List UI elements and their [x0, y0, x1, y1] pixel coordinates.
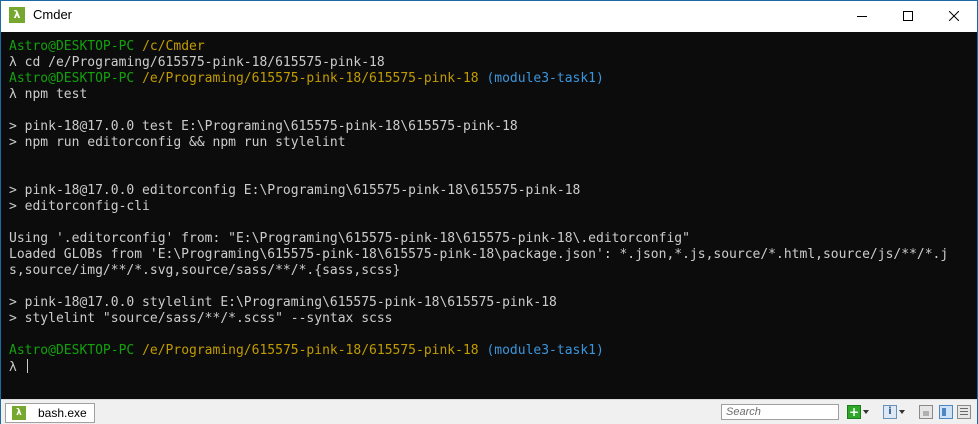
terminal-text: Astro@DESKTOP-PC: [9, 39, 143, 54]
close-icon: [949, 11, 959, 21]
terminal-line: Using '.editorconfig' from: "E:\Programi…: [9, 231, 973, 247]
terminal-text: > pink-18@17.0.0 test E:\Programing\6155…: [9, 119, 518, 134]
maximize-icon: [903, 11, 913, 21]
terminal-line: λ npm test: [9, 87, 973, 103]
terminal-text: λ: [9, 360, 25, 375]
terminal-text: > pink-18@17.0.0 editorconfig E:\Program…: [9, 183, 581, 198]
add-console-dropdown-icon[interactable]: [863, 410, 869, 414]
terminal-line: Astro@DESKTOP-PC /c/Cmder: [9, 39, 973, 55]
split-view-icon[interactable]: [939, 405, 953, 419]
terminal-text: /c/Cmder: [142, 39, 205, 54]
terminal-text: /e/Programing/615575-pink-18/615575-pink…: [142, 343, 487, 358]
menu-icon[interactable]: [957, 405, 971, 419]
minimize-icon: [857, 16, 867, 17]
maximize-button[interactable]: [885, 1, 931, 31]
text-cursor: [26, 359, 28, 373]
terminal-text: λ npm test: [9, 87, 88, 102]
terminal-text: s,source/img/**/*.svg,source/sass/**/*.{…: [9, 263, 401, 278]
add-console-icon[interactable]: +: [847, 405, 861, 419]
terminal-line: Astro@DESKTOP-PC /e/Programing/615575-pi…: [9, 343, 973, 359]
terminal-area[interactable]: Astro@DESKTOP-PC /c/Cmder λ cd /e/Program…: [1, 32, 977, 399]
terminal-text: /e/Programing/615575-pink-18/615575-pink…: [142, 71, 487, 86]
status-bar: λ bash.exe Search + i: [1, 399, 977, 424]
close-button[interactable]: [931, 1, 977, 31]
terminal-text: (module3-task1): [486, 343, 604, 358]
terminal-text: > editorconfig-cli: [9, 199, 150, 214]
window-title: Cmder: [33, 7, 73, 22]
terminal-line: > pink-18@17.0.0 editorconfig E:\Program…: [9, 183, 973, 199]
lambda-icon: λ: [12, 406, 26, 420]
terminal-line: > stylelint "source/sass/**/*.scss" --sy…: [9, 311, 973, 327]
terminal-text: Using '.editorconfig' from: "E:\Programi…: [9, 231, 690, 246]
lambda-icon: λ: [9, 7, 25, 23]
cmder-window: λ Cmder Astro@DESKTOP-PC /c/Cmder λ cd /e…: [0, 0, 978, 424]
info-icon[interactable]: i: [883, 405, 897, 419]
search-input[interactable]: Search: [721, 404, 839, 420]
terminal-text: Astro@DESKTOP-PC: [9, 343, 143, 358]
terminal-line: > pink-18@17.0.0 test E:\Programing\6155…: [9, 119, 973, 135]
terminal-line: > editorconfig-cli: [9, 199, 973, 215]
console-tab[interactable]: λ bash.exe: [5, 403, 95, 423]
minimize-button[interactable]: [839, 1, 885, 31]
title-bar[interactable]: λ Cmder: [1, 1, 977, 31]
terminal-output: Astro@DESKTOP-PC /c/Cmder λ cd /e/Program…: [9, 39, 973, 375]
terminal-text: Loaded GLOBs from 'E:\Programing\615575-…: [9, 247, 949, 262]
terminal-line: Astro@DESKTOP-PC /e/Programing/615575-pi…: [9, 71, 973, 87]
info-dropdown-icon[interactable]: [899, 410, 905, 414]
lock-icon[interactable]: [919, 405, 933, 419]
terminal-text: λ cd /e/Programing/615575-pink-18/615575…: [9, 55, 385, 70]
terminal-text: > stylelint "source/sass/**/*.scss" --sy…: [9, 311, 393, 326]
terminal-line: λ: [9, 359, 973, 375]
terminal-text: Astro@DESKTOP-PC: [9, 71, 143, 86]
terminal-text: > pink-18@17.0.0 stylelint E:\Programing…: [9, 295, 557, 310]
terminal-text: > npm run editorconfig && npm run stylel…: [9, 135, 346, 150]
terminal-line: > npm run editorconfig && npm run stylel…: [9, 135, 973, 151]
terminal-text: (module3-task1): [486, 71, 604, 86]
terminal-line: s,source/img/**/*.svg,source/sass/**/*.{…: [9, 263, 973, 279]
terminal-line: > pink-18@17.0.0 stylelint E:\Programing…: [9, 295, 973, 311]
console-tab-label: bash.exe: [38, 406, 87, 420]
terminal-line: λ cd /e/Programing/615575-pink-18/615575…: [9, 55, 973, 71]
terminal-line: Loaded GLOBs from 'E:\Programing\615575-…: [9, 247, 973, 263]
